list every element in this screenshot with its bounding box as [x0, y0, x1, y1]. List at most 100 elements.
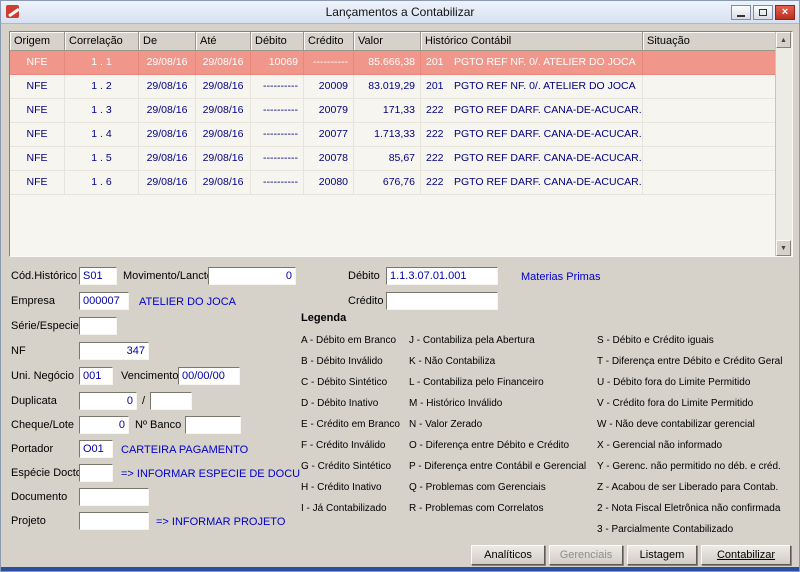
table-row[interactable]: NFE 1 . 1 29/08/16 29/08/16 10069 ------…	[10, 51, 776, 75]
column-header-valor[interactable]: Valor	[354, 32, 421, 51]
minimize-icon	[737, 15, 745, 17]
legend-item: T - Diferença entre Débito e Crédito Ger…	[597, 351, 782, 372]
column-header-situacao[interactable]: Situação	[643, 32, 776, 51]
title-bar: Lançamentos a Contabilizar ×	[1, 1, 799, 24]
table-row[interactable]: NFE 1 . 5 29/08/16 29/08/16 ---------- 2…	[10, 147, 776, 171]
cell-de: 29/08/16	[139, 171, 196, 195]
documento-input[interactable]	[79, 488, 149, 506]
duplicata-input[interactable]	[79, 392, 137, 410]
cell-origem: NFE	[10, 171, 65, 195]
cell-ate: 29/08/16	[196, 147, 251, 171]
cell-correlacao: 1 . 2	[65, 75, 139, 99]
scroll-up-button[interactable]: ▲	[776, 32, 791, 48]
empresa-label: Empresa	[11, 295, 55, 307]
gerenciais-button[interactable]: Gerenciais	[549, 545, 623, 565]
legend-item: P - Diferença entre Contábil e Gerencial	[409, 456, 586, 477]
cell-situacao	[643, 51, 776, 75]
close-button[interactable]: ×	[775, 5, 795, 20]
scroll-down-button[interactable]: ▼	[776, 240, 791, 256]
listagem-button[interactable]: Listagem	[627, 545, 697, 565]
cell-ate: 29/08/16	[196, 123, 251, 147]
table-row[interactable]: NFE 1 . 2 29/08/16 29/08/16 ---------- 2…	[10, 75, 776, 99]
legend-item: E - Crédito em Branco	[301, 414, 400, 435]
serie-especie-input[interactable]	[79, 317, 117, 335]
table-row[interactable]: NFE 1 . 3 29/08/16 29/08/16 ---------- 2…	[10, 99, 776, 123]
empresa-input[interactable]	[79, 292, 129, 310]
legend-item: I - Já Contabilizado	[301, 498, 400, 519]
nf-label: NF	[11, 345, 26, 357]
especie-docto-input[interactable]	[79, 464, 113, 482]
maximize-button[interactable]	[753, 5, 773, 20]
vertical-scrollbar[interactable]: ▲ ▼	[775, 32, 792, 256]
cell-debito: ----------	[251, 75, 304, 99]
portador-input[interactable]	[79, 440, 113, 458]
column-header-ate[interactable]: Até	[196, 32, 251, 51]
vencimento-label: Vencimento	[121, 370, 178, 382]
cell-situacao	[643, 147, 776, 171]
cell-origem: NFE	[10, 75, 65, 99]
cell-origem: NFE	[10, 51, 65, 75]
window-title: Lançamentos a Contabilizar	[1, 5, 799, 19]
cell-historico: 201PGTO REF NF. 0/. ATELIER DO JOCA	[421, 75, 643, 99]
legend-item: C - Débito Sintético	[301, 372, 400, 393]
down-arrow-icon: ▼	[780, 245, 787, 252]
num-banco-input[interactable]	[185, 416, 241, 434]
credito-input[interactable]	[386, 292, 498, 310]
cell-credito: 20077	[304, 123, 354, 147]
serie-especie-label: Série/Especie	[11, 320, 79, 332]
portador-hint: CARTEIRA PAGAMENTO	[121, 444, 248, 456]
especie-docto-hint: => INFORMAR ESPECIE DE DOCU	[121, 468, 300, 480]
cell-de: 29/08/16	[139, 75, 196, 99]
column-header-de[interactable]: De	[139, 32, 196, 51]
cell-origem: NFE	[10, 99, 65, 123]
cod-historico-input[interactable]	[79, 267, 117, 285]
uni-negocio-label: Uni. Negócio	[11, 370, 74, 382]
legend-title: Legenda	[301, 312, 346, 324]
cell-ate: 29/08/16	[196, 75, 251, 99]
analiticos-button[interactable]: Analíticos	[471, 545, 545, 565]
cell-origem: NFE	[10, 147, 65, 171]
cell-correlacao: 1 . 1	[65, 51, 139, 75]
table-row[interactable]: NFE 1 . 4 29/08/16 29/08/16 ---------- 2…	[10, 123, 776, 147]
cell-historico: 222PGTO REF DARF. CANA-DE-ACUCAR.	[421, 123, 643, 147]
column-header-historico[interactable]: Histórico Contábil	[421, 32, 643, 51]
legend-item: J - Contabiliza pela Abertura	[409, 330, 586, 351]
cell-debito: 10069	[251, 51, 304, 75]
column-header-credito[interactable]: Crédito	[304, 32, 354, 51]
cell-debito: ----------	[251, 147, 304, 171]
column-header-debito[interactable]: Débito	[251, 32, 304, 51]
cheque-lote-input[interactable]	[79, 416, 129, 434]
table-row[interactable]: NFE 1 . 6 29/08/16 29/08/16 ---------- 2…	[10, 171, 776, 195]
legend-item: 2 - Nota Fiscal Eletrônica não confirmad…	[597, 498, 782, 519]
legend-item: M - Histórico Inválido	[409, 393, 586, 414]
vencimento-input[interactable]	[178, 367, 240, 385]
projeto-input[interactable]	[79, 512, 149, 530]
cell-credito: ----------	[304, 51, 354, 75]
up-arrow-icon: ▲	[780, 37, 787, 44]
legend-item: L - Contabiliza pelo Financeiro	[409, 372, 586, 393]
projeto-label: Projeto	[11, 515, 46, 527]
legend-item: D - Débito Inativo	[301, 393, 400, 414]
debito-account-hint: Materias Primas	[521, 271, 600, 283]
column-header-origem[interactable]: Origem	[10, 32, 65, 51]
nf-input[interactable]	[79, 342, 149, 360]
column-header-correlacao[interactable]: Correlação	[65, 32, 139, 51]
credito-label: Crédito	[348, 295, 383, 307]
empresa-hint: ATELIER DO JOCA	[139, 296, 236, 308]
cell-credito: 20009	[304, 75, 354, 99]
legend-column-2: J - Contabiliza pela Abertura K - Não Co…	[409, 330, 586, 519]
especie-docto-label: Espécie Docto	[11, 467, 82, 479]
cell-situacao	[643, 75, 776, 99]
legend-item: Y - Gerenc. não permitido no déb. e créd…	[597, 456, 782, 477]
movimento-input[interactable]	[208, 267, 296, 285]
movimento-label: Movimento/Lancto	[123, 270, 213, 282]
uni-negocio-input[interactable]	[79, 367, 113, 385]
contabilizar-button[interactable]: Contabilizar	[701, 545, 791, 565]
cell-situacao	[643, 99, 776, 123]
legend-column-3: S - Débito e Crédito iguais T - Diferenç…	[597, 330, 782, 540]
legend-item: N - Valor Zerado	[409, 414, 586, 435]
legend-item: A - Débito em Branco	[301, 330, 400, 351]
minimize-button[interactable]	[731, 5, 751, 20]
duplicata-parcela-input[interactable]	[150, 392, 192, 410]
debito-input[interactable]	[386, 267, 498, 285]
